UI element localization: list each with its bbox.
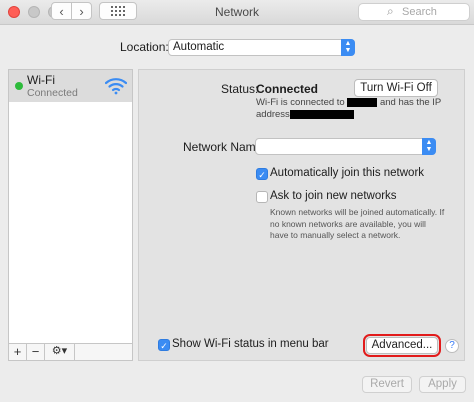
title-bar: ‹ › Network ⌕ Search xyxy=(0,0,474,25)
search-field[interactable]: ⌕ Search xyxy=(358,3,470,21)
service-list: Wi-Fi Connected xyxy=(8,69,133,344)
turn-wifi-off-button[interactable]: Turn Wi-Fi Off xyxy=(354,79,438,97)
redacted-network-name xyxy=(347,97,378,107)
join-help-text: Known networks will be joined automatica… xyxy=(270,207,445,240)
status-desc-part2: and has the IP xyxy=(379,97,442,108)
help-button[interactable]: ? xyxy=(445,339,459,353)
service-item-wifi[interactable]: Wi-Fi Connected xyxy=(9,70,132,102)
apply-button[interactable]: Apply xyxy=(419,376,466,393)
select-stepper-icon: ▲ ▼ xyxy=(341,39,355,56)
status-desc-part3: address xyxy=(256,109,290,120)
auto-join-label: Automatically join this network xyxy=(270,167,425,179)
status-label: Status: xyxy=(221,82,259,96)
remove-service-button[interactable]: − xyxy=(27,344,45,360)
search-icon: ⌕ xyxy=(387,4,394,18)
status-value: Connected xyxy=(256,82,319,96)
network-name-label: Network Name: xyxy=(183,140,266,154)
advanced-button[interactable]: Advanced... xyxy=(363,334,441,357)
status-description: Wi-Fi is connected to and has the IP add… xyxy=(256,97,456,121)
network-name-select[interactable]: ▲ ▼ xyxy=(255,138,436,155)
ask-join-label: Ask to join new networks xyxy=(270,190,397,202)
redacted-ip-address xyxy=(289,109,354,119)
show-wifi-label: Show Wi-Fi status in menu bar xyxy=(172,338,329,350)
status-dot-icon xyxy=(15,82,23,90)
service-name: Wi-Fi xyxy=(27,73,55,87)
wifi-icon xyxy=(105,78,127,95)
auto-join-checkbox[interactable]: ✓ xyxy=(256,168,268,180)
gear-menu-button[interactable]: ⚙▾ xyxy=(45,344,75,360)
service-status: Connected xyxy=(27,87,78,99)
show-wifi-checkbox[interactable]: ✓ xyxy=(158,339,170,351)
add-service-button[interactable]: + xyxy=(9,344,27,360)
location-value: Automatic xyxy=(173,41,225,53)
sidebar-toolbar: + − ⚙▾ xyxy=(8,344,133,361)
location-select[interactable]: Automatic ▲ ▼ xyxy=(168,39,355,56)
revert-button[interactable]: Revert xyxy=(362,376,412,393)
select-stepper-icon: ▲ ▼ xyxy=(422,138,436,155)
location-label: Location: xyxy=(120,40,169,54)
status-desc-part1: Wi-Fi is connected to xyxy=(256,97,345,108)
ask-join-checkbox[interactable] xyxy=(256,191,268,203)
search-placeholder: Search xyxy=(402,6,437,18)
